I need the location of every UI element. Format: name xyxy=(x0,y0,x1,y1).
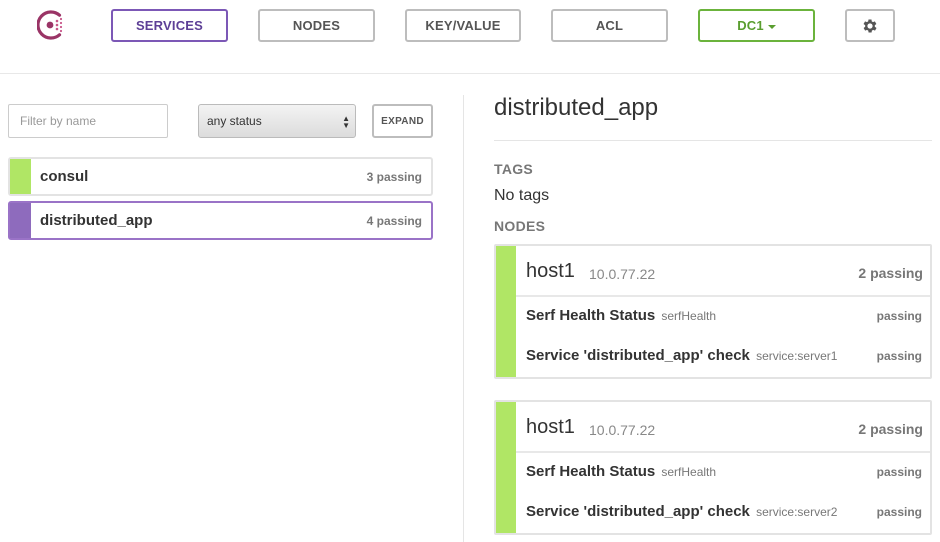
health-check-row: Serf Health Status serfHealth passing xyxy=(526,463,922,483)
selected-indicator-bar xyxy=(10,203,31,238)
node-header[interactable]: host1 10.0.77.22 2 passing xyxy=(516,402,930,453)
service-status: 4 passing xyxy=(366,214,422,228)
service-name: consul xyxy=(40,168,89,185)
tags-heading: TAGS xyxy=(494,161,534,177)
check-status: passing xyxy=(876,309,922,323)
node-status: 2 passing xyxy=(858,265,923,281)
expand-button[interactable]: EXPAND xyxy=(372,104,433,138)
node-health-bar xyxy=(496,402,516,533)
health-check-row: Service 'distributed_app' check service:… xyxy=(526,347,922,367)
service-detail-title: distributed_app xyxy=(494,94,659,121)
node-address: 10.0.77.22 xyxy=(589,422,656,438)
check-status: passing xyxy=(876,505,922,519)
check-id: serfHealth xyxy=(661,309,717,323)
node-address: 10.0.77.22 xyxy=(589,266,656,282)
health-status-bar xyxy=(10,159,31,194)
consul-logo-icon[interactable] xyxy=(37,9,69,41)
tab-acl[interactable]: ACL xyxy=(551,9,668,42)
check-status: passing xyxy=(876,465,922,479)
check-status: passing xyxy=(876,349,922,363)
node-card: host1 10.0.77.22 2 passing Serf Health S… xyxy=(494,400,932,535)
node-health-bar xyxy=(496,246,516,377)
service-item-consul[interactable]: consul 3 passing xyxy=(8,157,433,196)
datacenter-dropdown[interactable]: DC1 xyxy=(698,9,815,42)
nodes-heading: NODES xyxy=(494,218,546,234)
caret-down-icon xyxy=(767,24,776,29)
service-item-distributed-app[interactable]: distributed_app 4 passing xyxy=(8,201,433,240)
node-name: host1 xyxy=(526,416,575,438)
node-status: 2 passing xyxy=(858,421,923,437)
check-id: service:server1 xyxy=(756,349,838,363)
status-select-value: any status xyxy=(207,114,262,128)
tab-key-value[interactable]: KEY/VALUE xyxy=(405,9,521,42)
tab-services[interactable]: SERVICES xyxy=(111,9,228,42)
check-name: Service 'distributed_app' check service:… xyxy=(526,347,838,364)
node-card: host1 10.0.77.22 2 passing Serf Health S… xyxy=(494,244,932,379)
service-name: distributed_app xyxy=(40,212,153,229)
gear-icon xyxy=(863,18,877,33)
health-check-row: Service 'distributed_app' check service:… xyxy=(526,503,922,523)
node-name: host1 xyxy=(526,260,575,282)
check-name: Serf Health Status serfHealth xyxy=(526,463,717,480)
check-name: Service 'distributed_app' check service:… xyxy=(526,503,838,520)
check-id: service:server2 xyxy=(756,505,838,519)
service-status: 3 passing xyxy=(366,170,422,184)
check-name: Serf Health Status serfHealth xyxy=(526,307,717,324)
status-select[interactable]: any status ▲ ▼ xyxy=(198,104,356,138)
filter-by-name-input[interactable] xyxy=(8,104,168,138)
node-header[interactable]: host1 10.0.77.22 2 passing xyxy=(516,246,930,297)
title-divider xyxy=(494,140,932,141)
tags-value: No tags xyxy=(494,187,550,204)
check-id: serfHealth xyxy=(661,465,717,479)
datacenter-label: DC1 xyxy=(737,18,764,33)
tab-nodes[interactable]: NODES xyxy=(258,9,375,42)
top-navigation: SERVICES NODES KEY/VALUE ACL DC1 xyxy=(0,0,940,74)
column-divider xyxy=(463,95,464,542)
settings-button[interactable] xyxy=(845,9,895,42)
select-arrows-icon: ▲ ▼ xyxy=(342,114,350,130)
health-check-row: Serf Health Status serfHealth passing xyxy=(526,307,922,327)
